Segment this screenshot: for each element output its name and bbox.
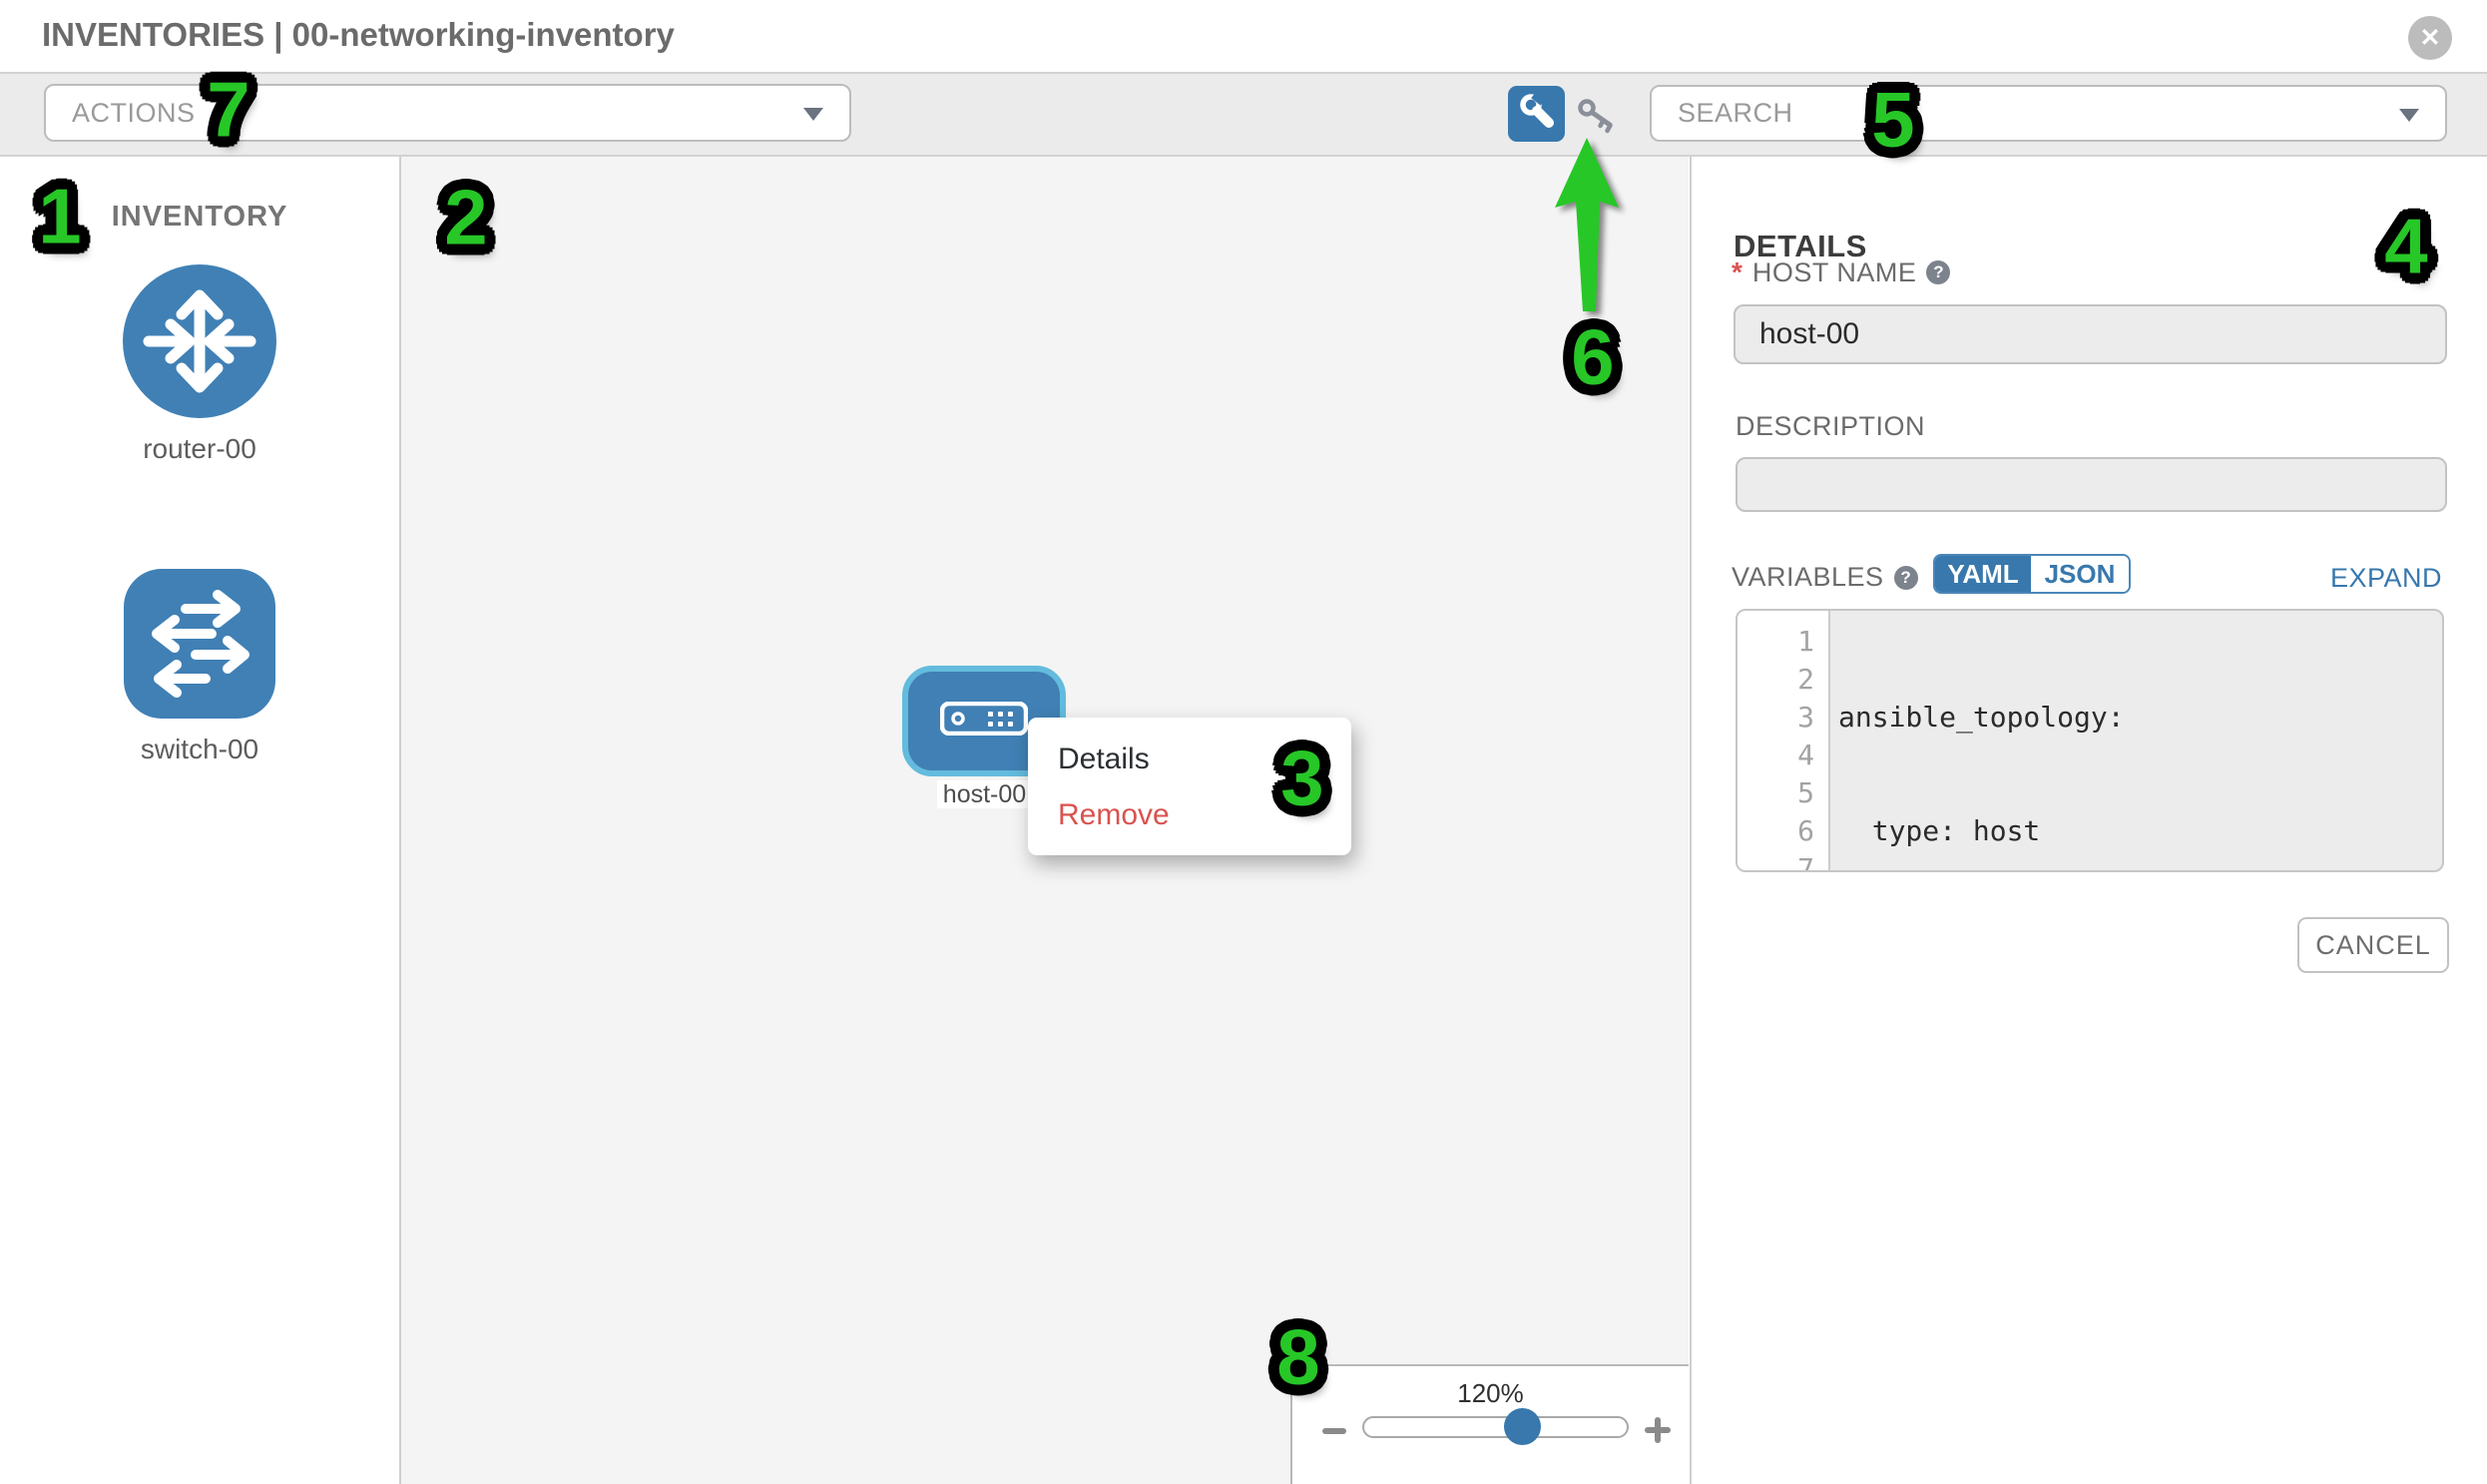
zoom-slider-thumb[interactable] bbox=[1504, 1408, 1541, 1445]
chevron-down-icon bbox=[2399, 109, 2419, 122]
cancel-button[interactable]: CANCEL bbox=[2297, 917, 2449, 973]
code-line-numbers: 1 2 3 4 5 6 7 bbox=[1738, 611, 1830, 870]
chevron-down-icon bbox=[803, 108, 823, 121]
code-content[interactable]: ansible_topology: type: host name: host-… bbox=[1830, 611, 2442, 870]
page-title: INVENTORIES | 00-networking-inventory bbox=[42, 16, 675, 54]
details-panel: DETAILS * HOST NAME ? DESCRIPTION VARIAB… bbox=[1690, 157, 2487, 1484]
code-line: type: host bbox=[1838, 812, 2442, 850]
device-item-router[interactable]: router-00 bbox=[0, 264, 399, 465]
device-item-switch[interactable]: switch-00 bbox=[0, 569, 399, 765]
host-name-label: HOST NAME bbox=[1752, 257, 1917, 288]
question-icon[interactable]: ? bbox=[1926, 260, 1950, 284]
required-asterisk: * bbox=[1732, 256, 1742, 288]
question-icon[interactable]: ? bbox=[1894, 566, 1918, 590]
zoom-in-plus-icon[interactable] bbox=[1645, 1417, 1671, 1443]
context-menu-item-remove[interactable]: Remove bbox=[1028, 787, 1351, 843]
device-label: switch-00 bbox=[141, 734, 258, 765]
close-icon[interactable]: ✕ bbox=[2408, 16, 2452, 60]
key-button[interactable] bbox=[1577, 98, 1623, 136]
router-icon bbox=[123, 264, 276, 423]
switch-icon bbox=[124, 569, 275, 724]
variables-format-toggle: YAML JSON bbox=[1933, 554, 2131, 594]
topology-canvas[interactable]: host-00 Details Remove 120% bbox=[401, 157, 1689, 1484]
zoom-slider-track[interactable] bbox=[1362, 1416, 1629, 1438]
toolbar-tools-button[interactable] bbox=[1508, 86, 1565, 142]
inventory-topology-page: INVENTORIES | 00-networking-inventory ✕ … bbox=[0, 0, 2487, 1484]
context-menu-item-details[interactable]: Details bbox=[1028, 732, 1351, 787]
zoom-out-minus-icon[interactable] bbox=[1322, 1428, 1346, 1434]
code-line: ansible_topology: bbox=[1838, 699, 2442, 737]
actions-dropdown-label: ACTIONS bbox=[72, 98, 196, 129]
actions-dropdown[interactable]: ACTIONS bbox=[44, 84, 851, 142]
host-node-label: host-00 bbox=[937, 780, 1032, 808]
context-menu: Details Remove bbox=[1028, 718, 1351, 855]
expand-link[interactable]: EXPAND bbox=[2330, 563, 2442, 594]
title-bar: INVENTORIES | 00-networking-inventory ✕ bbox=[0, 0, 2487, 72]
toolbar: ACTIONS SEARCH bbox=[0, 72, 2487, 157]
yaml-toggle-button[interactable]: YAML bbox=[1935, 556, 2031, 592]
inventory-panel: INVENTORY router-00 bbox=[0, 157, 401, 1484]
wrench-icon bbox=[1516, 91, 1558, 138]
zoom-level-label: 120% bbox=[1292, 1378, 1689, 1409]
inventory-panel-header: INVENTORY bbox=[0, 201, 399, 234]
variables-code-editor: 1 2 3 4 5 6 7 ansible_topology: type: ho… bbox=[1736, 609, 2444, 872]
search-dropdown[interactable]: SEARCH bbox=[1650, 85, 2447, 142]
description-input[interactable] bbox=[1736, 457, 2447, 512]
variables-label-row: VARIABLES ? bbox=[1732, 562, 1918, 593]
device-label: router-00 bbox=[143, 433, 256, 465]
json-toggle-button[interactable]: JSON bbox=[2031, 556, 2129, 592]
key-icon bbox=[1577, 123, 1623, 140]
host-name-input[interactable] bbox=[1734, 304, 2447, 364]
search-dropdown-label: SEARCH bbox=[1678, 98, 1793, 129]
host-name-label-row: * HOST NAME ? bbox=[1732, 256, 1950, 288]
variables-label: VARIABLES bbox=[1732, 562, 1884, 593]
description-label: DESCRIPTION bbox=[1736, 411, 1925, 442]
zoom-control-panel: 120% bbox=[1290, 1364, 1689, 1484]
server-icon bbox=[940, 702, 1028, 741]
